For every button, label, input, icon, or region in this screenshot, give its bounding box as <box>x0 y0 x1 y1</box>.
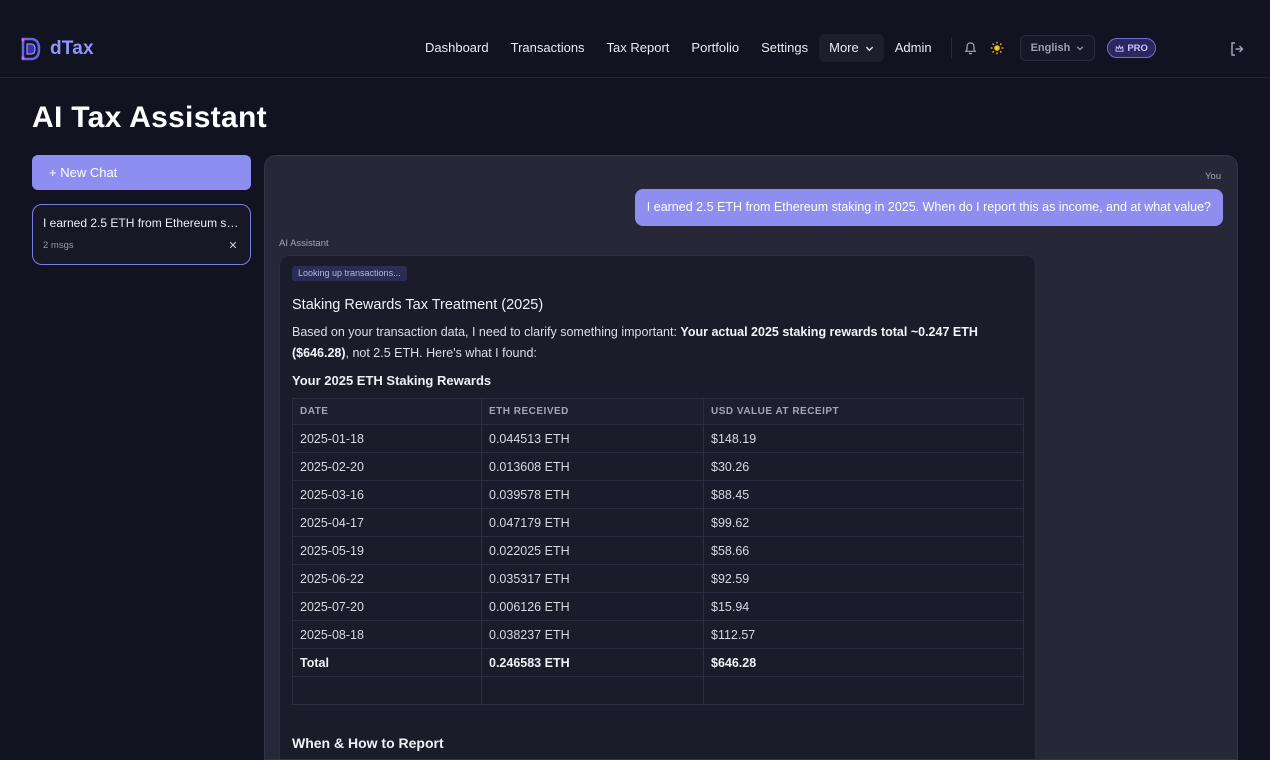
eth-cell: 0.035317 ETH <box>481 564 704 593</box>
usd-cell: $88.45 <box>703 480 1024 509</box>
chat-panel: You I earned 2.5 ETH from Ethereum staki… <box>264 155 1238 760</box>
pro-badge[interactable]: PRO <box>1107 38 1156 58</box>
app-name: dTax <box>50 38 94 59</box>
header-date: DATE <box>292 398 482 425</box>
nav-more-dropdown[interactable]: More <box>819 34 884 62</box>
bell-icon <box>964 41 977 54</box>
header-usd-value: USD VALUE AT RECEIPT <box>703 398 1024 425</box>
tool-status-badge: Looking up transactions... <box>292 266 407 281</box>
table-spacer-row <box>292 676 1024 705</box>
date-cell: 2025-06-22 <box>292 564 482 593</box>
nav-divider <box>950 37 952 59</box>
table-row: 2025-08-18 0.038237 ETH $112.57 <box>292 620 1024 649</box>
user-message-bubble: I earned 2.5 ETH from Ethereum staking i… <box>634 189 1223 226</box>
eth-cell: 0.047179 ETH <box>481 508 704 537</box>
pro-label: PRO <box>1127 42 1148 54</box>
chevron-down-icon <box>1077 46 1084 51</box>
top-navigation-bar: dTax Dashboard Transactions Tax Report P… <box>0 18 1270 78</box>
spacer-cell <box>481 676 704 705</box>
table-title: Your 2025 ETH Staking Rewards <box>292 373 492 388</box>
nav-portfolio[interactable]: Portfolio <box>680 34 750 62</box>
eth-cell: 0.044513 ETH <box>481 424 704 453</box>
response-intro-part-2: , not 2.5 ETH. Here's what I found: <box>345 346 537 360</box>
theme-toggle-button[interactable] <box>984 34 1010 62</box>
usd-cell: $58.66 <box>703 536 1024 565</box>
header-eth-received: ETH RECEIVED <box>481 398 704 425</box>
section-divider <box>292 704 1024 705</box>
language-label: English <box>1030 42 1071 54</box>
nav-admin[interactable]: Admin <box>884 34 943 62</box>
main-nav: Dashboard Transactions Tax Report Portfo… <box>414 34 1156 62</box>
usd-cell: $15.94 <box>703 592 1024 621</box>
page-title: AI Tax Assistant <box>32 101 267 134</box>
logo-icon <box>21 37 41 61</box>
date-cell: 2025-04-17 <box>292 508 482 537</box>
response-title: Staking Rewards Tax Treatment (2025) <box>292 297 544 313</box>
notifications-button[interactable] <box>958 34 984 62</box>
table-row: 2025-05-19 0.022025 ETH $58.66 <box>292 536 1024 565</box>
eth-cell: 0.022025 ETH <box>481 536 704 565</box>
nav-settings[interactable]: Settings <box>750 34 819 62</box>
nav-tax-report[interactable]: Tax Report <box>596 34 681 62</box>
usd-cell: $30.26 <box>703 452 1024 481</box>
sun-icon <box>990 41 1003 55</box>
nav-more-label: More <box>829 40 859 55</box>
table-row: 2025-03-16 0.039578 ETH $88.45 <box>292 480 1024 509</box>
assistant-label: AI Assistant <box>279 238 329 249</box>
spacer-cell <box>292 676 482 705</box>
usd-cell: $112.57 <box>703 620 1024 649</box>
new-chat-button[interactable]: + New Chat <box>32 155 251 190</box>
chat-item-title: I earned 2.5 ETH from Ethereum sta... <box>43 216 241 230</box>
eth-cell: 0.006126 ETH <box>481 592 704 621</box>
date-cell: 2025-02-20 <box>292 452 482 481</box>
crown-icon <box>1115 44 1124 52</box>
spacer-cell <box>703 676 1024 705</box>
table-total-row: Total 0.246583 ETH $646.28 <box>292 648 1024 677</box>
date-cell: 2025-07-20 <box>292 592 482 621</box>
date-cell: 2025-03-16 <box>292 480 482 509</box>
eth-cell: 0.038237 ETH <box>481 620 704 649</box>
response-intro-part-1: Based on your transaction data, I need t… <box>292 325 681 339</box>
language-select[interactable]: English <box>1019 35 1096 61</box>
table-row: 2025-04-17 0.047179 ETH $99.62 <box>292 508 1024 537</box>
total-label-cell: Total <box>292 648 482 677</box>
assistant-message-card: Looking up transactions... Staking Rewar… <box>279 255 1036 759</box>
table-body: 2025-01-18 0.044513 ETH $148.19 2025-02-20 0… <box>292 424 1024 705</box>
table-row: 2025-07-20 0.006126 ETH $15.94 <box>292 592 1024 621</box>
nav-transactions[interactable]: Transactions <box>500 34 596 62</box>
user-label: You <box>1204 171 1221 182</box>
response-intro: Based on your transaction data, I need t… <box>292 322 1022 364</box>
date-cell: 2025-05-19 <box>292 536 482 565</box>
table-header-row: DATE ETH RECEIVED USD VALUE AT RECEIPT <box>292 398 1024 425</box>
next-section-heading: When & How to Report <box>292 735 444 751</box>
app-logo[interactable]: dTax <box>20 36 94 62</box>
total-eth-cell: 0.246583 ETH <box>481 648 704 677</box>
usd-cell: $148.19 <box>703 424 1024 453</box>
usd-cell: $99.62 <box>703 508 1024 537</box>
table-row: 2025-06-22 0.035317 ETH $92.59 <box>292 564 1024 593</box>
close-icon[interactable]: ✕ <box>227 239 239 252</box>
total-usd-cell: $646.28 <box>703 648 1024 677</box>
date-cell: 2025-01-18 <box>292 424 482 453</box>
usd-cell: $92.59 <box>703 564 1024 593</box>
eth-cell: 0.013608 ETH <box>481 452 704 481</box>
table-row: 2025-01-18 0.044513 ETH $148.19 <box>292 424 1024 453</box>
nav-dashboard[interactable]: Dashboard <box>414 34 500 62</box>
logout-icon[interactable] <box>1228 40 1246 58</box>
eth-cell: 0.039578 ETH <box>481 480 704 509</box>
staking-rewards-table: DATE ETH RECEIVED USD VALUE AT RECEIPT 2… <box>292 398 1024 705</box>
chat-list-item[interactable]: I earned 2.5 ETH from Ethereum sta... 2 … <box>32 204 251 265</box>
table-row: 2025-02-20 0.013608 ETH $30.26 <box>292 452 1024 481</box>
chat-item-message-count: 2 msgs <box>43 240 74 251</box>
chevron-down-icon <box>865 46 873 51</box>
date-cell: 2025-08-18 <box>292 620 482 649</box>
